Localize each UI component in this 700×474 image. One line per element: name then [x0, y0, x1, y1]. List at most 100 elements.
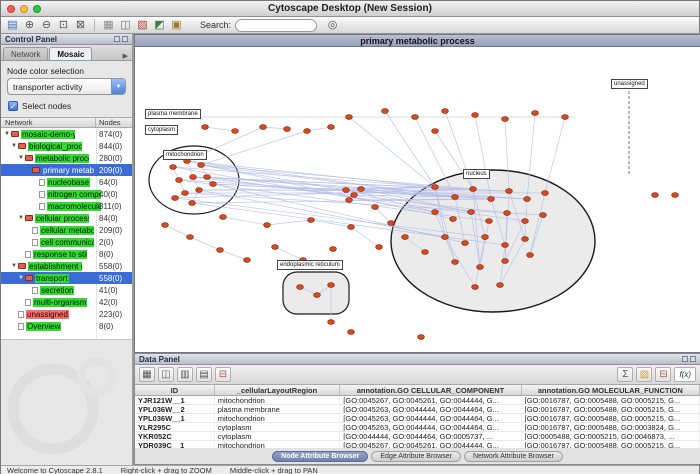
graph-node[interactable] — [372, 205, 379, 210]
graph-edge[interactable] — [275, 247, 303, 260]
snapshot-icon[interactable]: ▦ — [101, 18, 116, 32]
graph-node[interactable] — [477, 265, 484, 270]
graph-edge[interactable] — [351, 227, 379, 247]
annotation-icon[interactable]: ▣ — [169, 18, 184, 32]
vizmapper-icon[interactable]: ◩ — [152, 18, 167, 32]
graph-node[interactable] — [432, 185, 439, 190]
graph-node[interactable] — [522, 219, 529, 224]
copy-icon[interactable]: ◫ — [158, 367, 174, 382]
graph-node[interactable] — [190, 175, 197, 180]
graph-node[interactable] — [524, 197, 531, 202]
graph-node[interactable] — [486, 219, 493, 224]
graph-node[interactable] — [382, 109, 389, 114]
network-canvas[interactable]: plasma membrane cytoplasm mitochondrion … — [135, 47, 700, 352]
graph-node[interactable] — [308, 218, 315, 223]
graph-edge[interactable] — [349, 117, 435, 187]
graph-node[interactable] — [172, 196, 179, 201]
graph-node[interactable] — [284, 127, 291, 132]
tab-mosaic[interactable]: Mosaic — [49, 47, 92, 60]
graph-node[interactable] — [348, 330, 355, 335]
graph-node[interactable] — [176, 178, 183, 183]
graph-node[interactable] — [170, 165, 177, 170]
graph-node[interactable] — [328, 283, 335, 288]
close-window-icon[interactable] — [7, 5, 15, 13]
zoom-window-icon[interactable] — [33, 5, 41, 13]
tab-network-attribute-browser[interactable]: Network Attribute Browser — [464, 451, 563, 462]
tree-item-cellular-metabo[interactable]: cellular metabo209(0) — [1, 224, 132, 236]
panel-close-icon[interactable] — [122, 36, 128, 42]
tree-item-multi-organism-pro[interactable]: multi-organism pro42(0) — [1, 296, 132, 308]
graph-node[interactable] — [346, 198, 353, 203]
graph-node[interactable] — [452, 195, 459, 200]
graph-node[interactable] — [402, 235, 409, 240]
column-icon[interactable]: ▥ — [177, 367, 193, 382]
graph-node[interactable] — [210, 182, 217, 187]
minimize-window-icon[interactable] — [20, 5, 28, 13]
tab-node-attribute-browser[interactable]: Node Attribute Browser — [272, 451, 368, 462]
expand-triangle-icon[interactable]: ▼ — [17, 275, 25, 281]
graph-edge[interactable] — [545, 117, 565, 193]
expand-triangle-icon[interactable]: ▼ — [17, 215, 25, 221]
tree-item-metabolic-process[interactable]: ▼metabolic process280(0) — [1, 152, 132, 164]
graph-node[interactable] — [202, 125, 209, 130]
graph-node[interactable] — [502, 117, 509, 122]
graph-node[interactable] — [527, 253, 534, 258]
data-panel-close-icon[interactable] — [690, 356, 696, 362]
tree-item-cellular-process[interactable]: ▼cellular process84(0) — [1, 212, 132, 224]
tree-item-mosaic-demo-yeast[interactable]: ▼mosaic-demo-yeast874(0) — [1, 128, 132, 140]
graph-node[interactable] — [314, 293, 321, 298]
graph-node[interactable] — [412, 115, 419, 120]
tree-item-unassigned[interactable]: unassigned223(0) — [1, 308, 132, 320]
graph-node[interactable] — [264, 223, 271, 228]
graph-node[interactable] — [470, 187, 477, 192]
graph-edge[interactable] — [223, 217, 267, 225]
expand-triangle-icon[interactable]: ▼ — [10, 143, 18, 149]
graph-node[interactable] — [196, 188, 203, 193]
table-row[interactable]: YJR121W__1mitochondrion[GO:0045267, GO:0… — [135, 396, 700, 405]
graph-node[interactable] — [482, 235, 489, 240]
graph-node[interactable] — [472, 285, 479, 290]
graph-node[interactable] — [272, 245, 279, 250]
node-color-dropdown[interactable]: transporter activity ▼ — [7, 78, 126, 95]
expand-triangle-icon[interactable]: ▼ — [17, 155, 25, 161]
graph-node[interactable] — [189, 201, 196, 206]
graph-node[interactable] — [432, 210, 439, 215]
network-icon[interactable]: ▧ — [135, 18, 150, 32]
graph-node[interactable] — [432, 129, 439, 134]
data-panel-float-icon[interactable] — [682, 356, 688, 362]
graph-node[interactable] — [198, 163, 205, 168]
graph-node[interactable] — [244, 258, 251, 263]
tree-item-primary-metab[interactable]: primary metab209(0) — [1, 164, 132, 176]
table-row[interactable]: YLR295Ccytoplasm[GO:0045263, GO:0044444,… — [135, 423, 700, 432]
graph-node[interactable] — [343, 188, 350, 193]
zoom-fit-icon[interactable]: ⊠ — [73, 18, 88, 32]
graph-edge[interactable] — [375, 207, 391, 223]
graph-node[interactable] — [304, 129, 311, 134]
tree-item-macromolecule[interactable]: macromolecule.311(0) — [1, 200, 132, 212]
graph-node[interactable] — [502, 259, 509, 264]
graph-node[interactable] — [162, 223, 169, 228]
graph-node[interactable] — [418, 335, 425, 340]
tree-item-biological-process[interactable]: ▼biological_process844(0) — [1, 140, 132, 152]
fx-button[interactable]: f(x) — [674, 367, 696, 382]
graph-node[interactable] — [232, 129, 239, 134]
tree-item-nitrogen-compo[interactable]: nitrogen compo40(0) — [1, 188, 132, 200]
panel-float-icon[interactable] — [114, 36, 120, 42]
tree-item-establishment-of-lo[interactable]: ▼establishment of lo558(0) — [1, 260, 132, 272]
graph-node[interactable] — [297, 285, 304, 290]
graph-edge[interactable] — [165, 225, 190, 237]
table-row[interactable]: YPL036W__2plasma membrane[GO:0045263, GO… — [135, 405, 700, 414]
table-row[interactable]: YPL036W__1mitochondrion[GO:0045263, GO:0… — [135, 414, 700, 423]
open-icon[interactable]: ▨ — [636, 367, 652, 382]
row-icon[interactable]: ▤ — [196, 367, 212, 382]
graph-node[interactable] — [187, 235, 194, 240]
delete-icon[interactable]: ⊟ — [215, 367, 231, 382]
graph-node[interactable] — [497, 283, 504, 288]
graph-node[interactable] — [502, 243, 509, 248]
graph-node[interactable] — [462, 241, 469, 246]
graph-node[interactable] — [204, 175, 211, 180]
graph-node[interactable] — [488, 197, 495, 202]
tree-item-response-to-stimul[interactable]: response to stimul8(0) — [1, 248, 132, 260]
zoom-selected-icon[interactable]: ⊡ — [56, 18, 71, 32]
column-header-annotation-go-molecular-function[interactable]: annotation.GO MOLECULAR_FUNCTION — [522, 385, 700, 395]
